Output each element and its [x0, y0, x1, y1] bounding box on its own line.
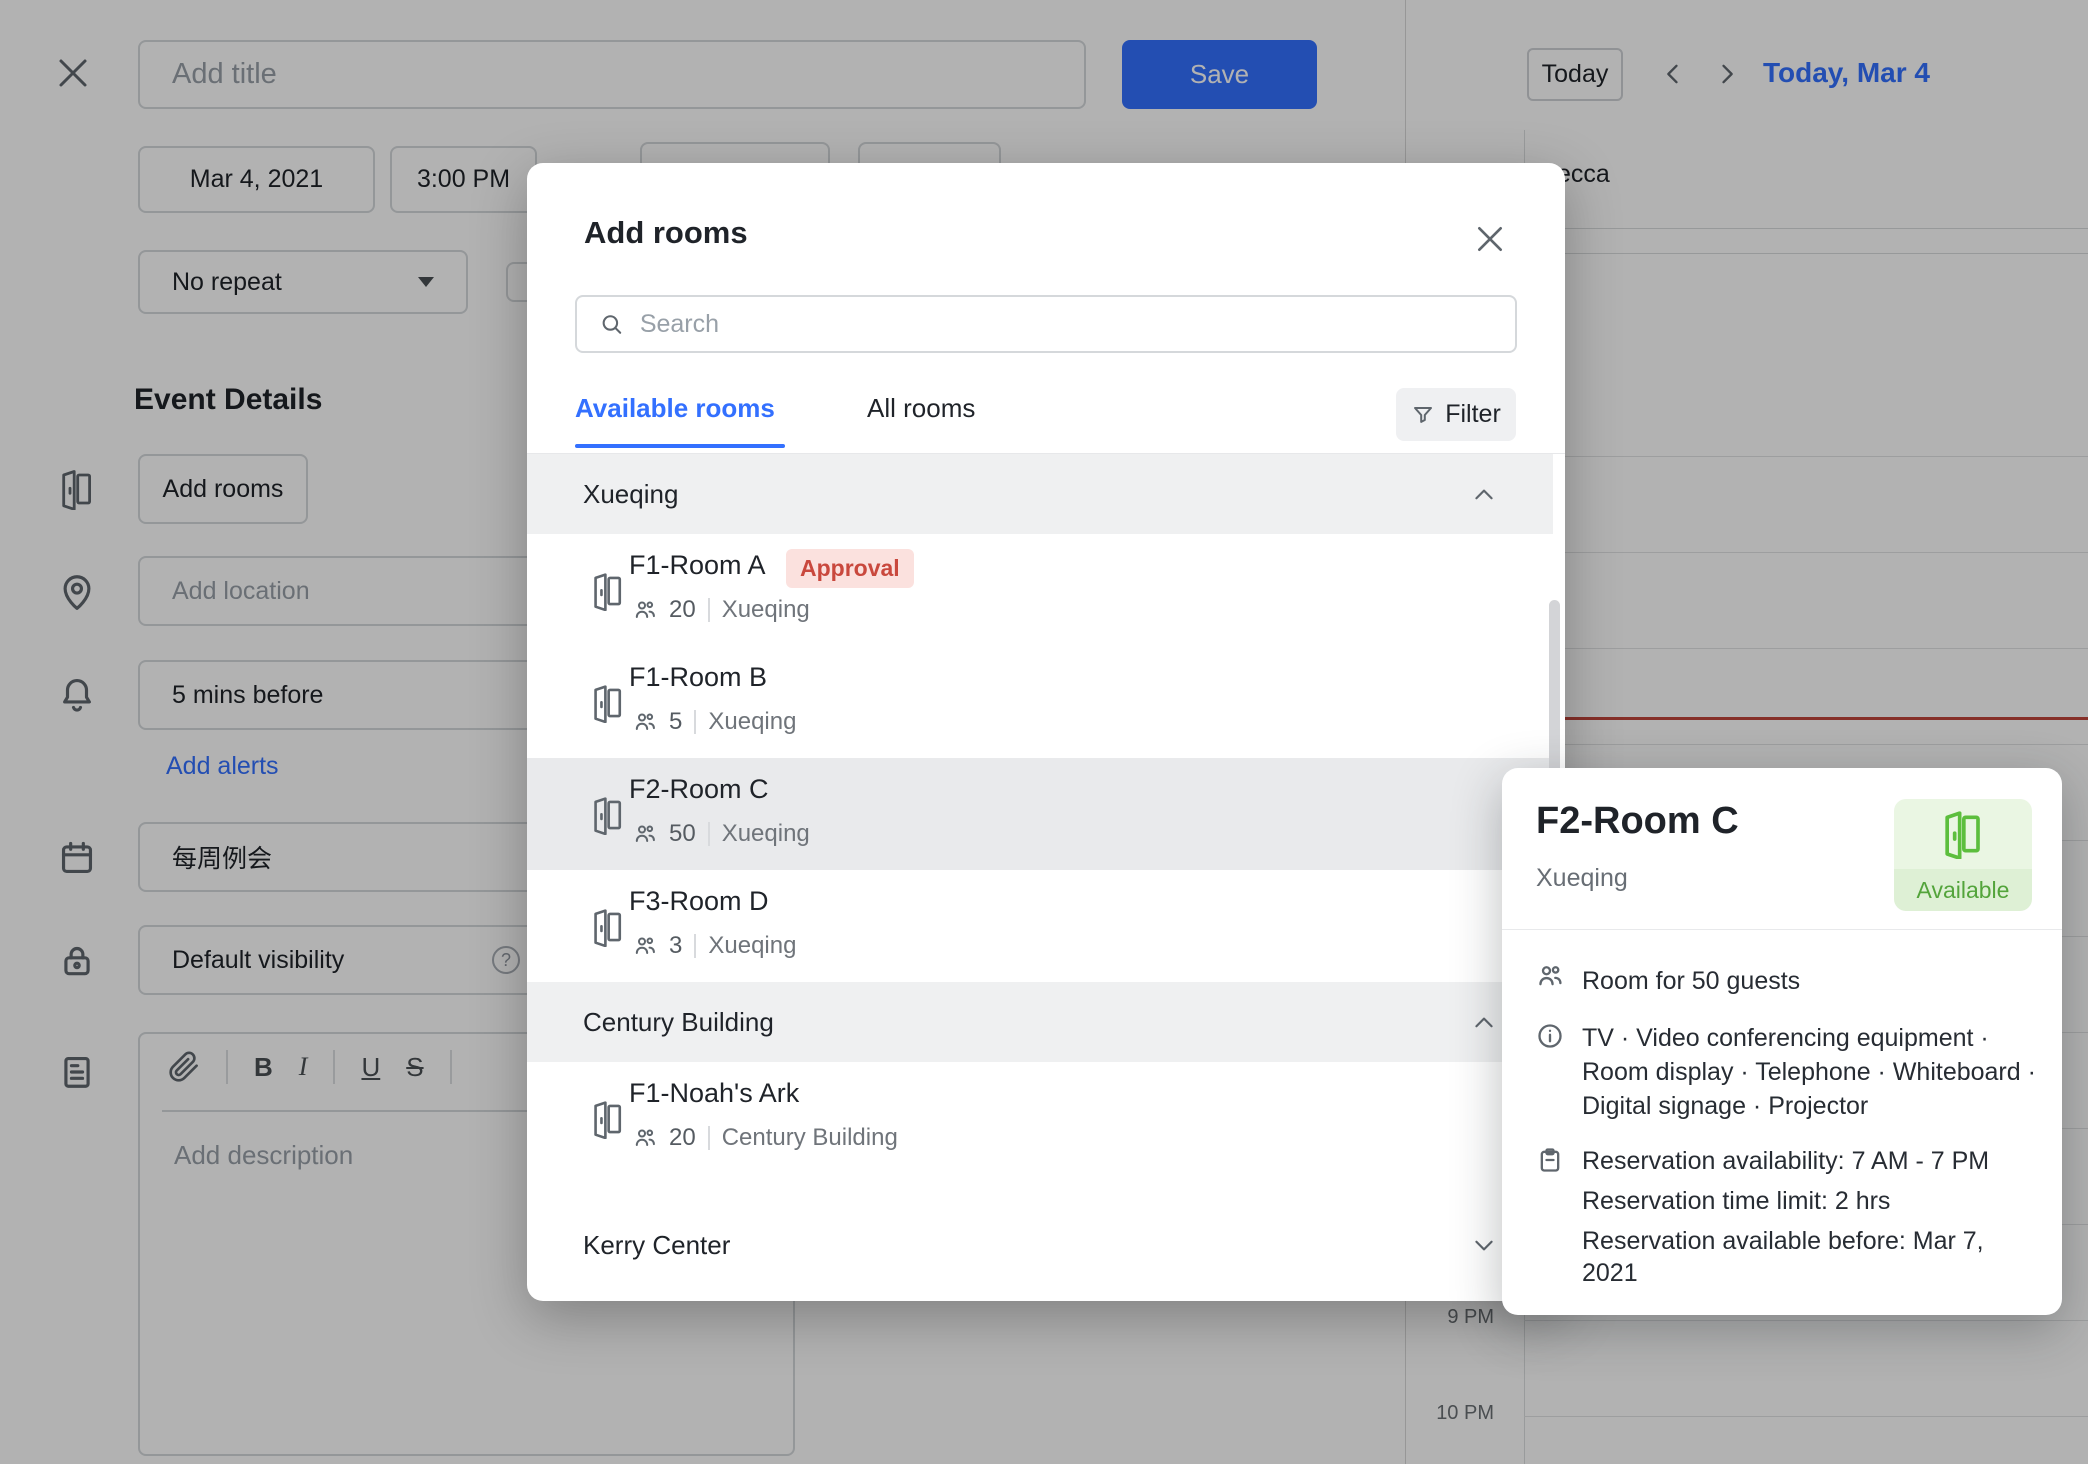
room-subline: 5 Xueqing [633, 708, 796, 736]
subline-divider [707, 1126, 710, 1150]
room-capacity: 5 [669, 708, 683, 735]
room-search-input[interactable] [639, 309, 1493, 339]
chevron-up-icon [1475, 489, 1493, 500]
room-name: F1-Noah's Ark [629, 1078, 800, 1108]
filter-button[interactable]: Filter [1396, 388, 1516, 441]
room-building: Xueqing [708, 708, 797, 735]
reservation-availability-text: Reservation availability: 7 AM - 7 PM [1582, 1147, 1990, 1175]
room-search-field[interactable] [575, 295, 1517, 353]
modal-close-icon[interactable] [1474, 223, 1506, 255]
info-icon [1538, 1024, 1562, 1048]
active-tab-underline [575, 444, 785, 448]
room-icon [594, 573, 622, 611]
room-icon [594, 685, 622, 723]
capacity-icon [635, 713, 655, 730]
group-name: Century Building [583, 1006, 774, 1037]
tab-all-rooms[interactable]: All rooms [867, 393, 975, 424]
room-row-highlighted[interactable]: F2-Room C 50 Xueqing [527, 758, 1553, 870]
room-row[interactable]: F1-Noah's Ark 20 Century Building [527, 1062, 1553, 1174]
room-name: F1-Room B [629, 662, 768, 692]
clipboard-icon [1540, 1148, 1560, 1172]
group-name: Xueqing [583, 478, 679, 509]
capacity-icon [1539, 966, 1562, 986]
card-divider [1502, 929, 2062, 930]
room-row[interactable]: F1-Room A Approval 20 Xueqing [527, 534, 1553, 646]
reservation-before-text: Reservation available before: Mar 7, 202… [1582, 1227, 1984, 1287]
capacity-icon [635, 601, 655, 618]
filter-icon [1414, 406, 1433, 423]
room-detail-building: Xueqing [1536, 864, 1628, 892]
room-subline: 50 Xueqing [633, 820, 810, 848]
room-capacity: 20 [669, 596, 696, 623]
add-rooms-modal: Add rooms Available rooms All rooms Filt… [527, 163, 1565, 1301]
room-row[interactable]: F1-Room B 5 Xueqing [527, 646, 1553, 758]
subline-divider [694, 934, 697, 958]
room-detail-name: F2-Room C [1536, 800, 1739, 842]
room-group-header-collapsed[interactable]: Kerry Center [527, 1208, 1553, 1278]
event-editor-screen: Save Mar 4, 2021 3:00 PM No repeat Event… [0, 0, 2088, 1464]
room-subline: 3 Xueqing [633, 932, 796, 960]
availability-badge: Available [1894, 799, 2032, 911]
room-capacity: 3 [669, 932, 683, 959]
room-detail-card: F2-Room C Xueqing Available Room for 50 … [1502, 768, 2062, 1315]
room-building: Xueqing [721, 820, 810, 847]
room-icon [594, 797, 622, 835]
availability-label: Available [1894, 869, 2032, 911]
room-group-header[interactable]: Xueqing [527, 454, 1553, 534]
room-icon [594, 909, 622, 947]
room-building: Century Building [721, 1124, 898, 1151]
room-subline: 20 Century Building [633, 1124, 898, 1152]
search-icon [602, 315, 622, 334]
room-capacity: 50 [669, 820, 696, 847]
group-name: Kerry Center [583, 1230, 731, 1260]
chevron-up-icon [1475, 1017, 1493, 1028]
reservation-limit-text: Reservation time limit: 2 hrs [1582, 1187, 1891, 1215]
capacity-icon [635, 825, 655, 842]
approval-badge: Approval [786, 549, 914, 588]
available-room-icon [1894, 799, 2032, 869]
capacity-icon [635, 937, 655, 954]
room-icon [594, 1101, 622, 1139]
modal-title: Add rooms [584, 215, 748, 250]
tab-available-rooms[interactable]: Available rooms [575, 393, 775, 424]
room-capacity: 20 [669, 1124, 696, 1151]
room-building: Xueqing [708, 932, 797, 959]
capacity-icon [635, 1129, 655, 1146]
room-row[interactable]: F3-Room D 3 Xueqing [527, 870, 1553, 982]
room-building: Xueqing [721, 596, 810, 623]
room-name: F2-Room C [629, 774, 769, 804]
room-group-header[interactable]: Century Building [527, 982, 1553, 1062]
subline-divider [694, 710, 697, 734]
room-capacity-text: Room for 50 guests [1582, 967, 1801, 995]
subline-divider [707, 598, 710, 622]
room-equipment-text: TV · Video conferencing equipment · Room… [1582, 1024, 2036, 1120]
room-subline: 20 Xueqing [633, 596, 810, 624]
room-name: F3-Room D [629, 886, 769, 916]
room-name: F1-Room A [629, 550, 766, 580]
subline-divider [707, 822, 710, 846]
chevron-down-icon [1475, 1240, 1493, 1251]
